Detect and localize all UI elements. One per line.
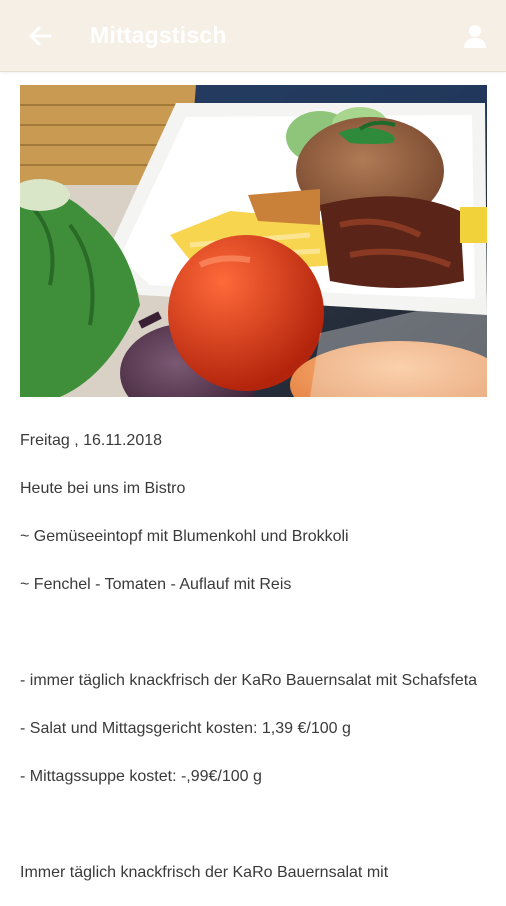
- arrow-left-icon: [29, 26, 52, 46]
- app-header: Mittagstisch: [0, 0, 506, 72]
- menu-trailing-text: Immer täglich knackfrisch der KaRo Bauer…: [20, 864, 389, 881]
- menu-item-dish-2: ~ Fenchel - Tomaten - Auflauf mit Reis: [20, 576, 292, 593]
- menu-intro: Heute bei uns im Bistro: [20, 480, 186, 497]
- menu-price-soup: - Mittagssuppe kostet: -,99€/100 g: [20, 768, 262, 785]
- user-icon: [464, 25, 486, 48]
- hero-image: [20, 85, 487, 397]
- page-title: Mittagstisch: [90, 22, 227, 48]
- menu-salad-note: - immer täglich knackfrisch der KaRo Bau…: [20, 672, 478, 689]
- menu-article: Freitag , 16.11.2018 Heute bei uns im Bi…: [20, 426, 490, 906]
- menu-date: Freitag , 16.11.2018: [20, 432, 163, 449]
- menu-price-main: - Salat und Mittagsgericht kosten: 1,39 …: [20, 720, 351, 737]
- food-plate-image: [20, 85, 487, 397]
- profile-button[interactable]: [458, 18, 492, 54]
- menu-item-dish-1: ~ Gemüseeintopf mit Blumenkohl und Brokk…: [20, 528, 349, 545]
- back-button[interactable]: [22, 18, 58, 54]
